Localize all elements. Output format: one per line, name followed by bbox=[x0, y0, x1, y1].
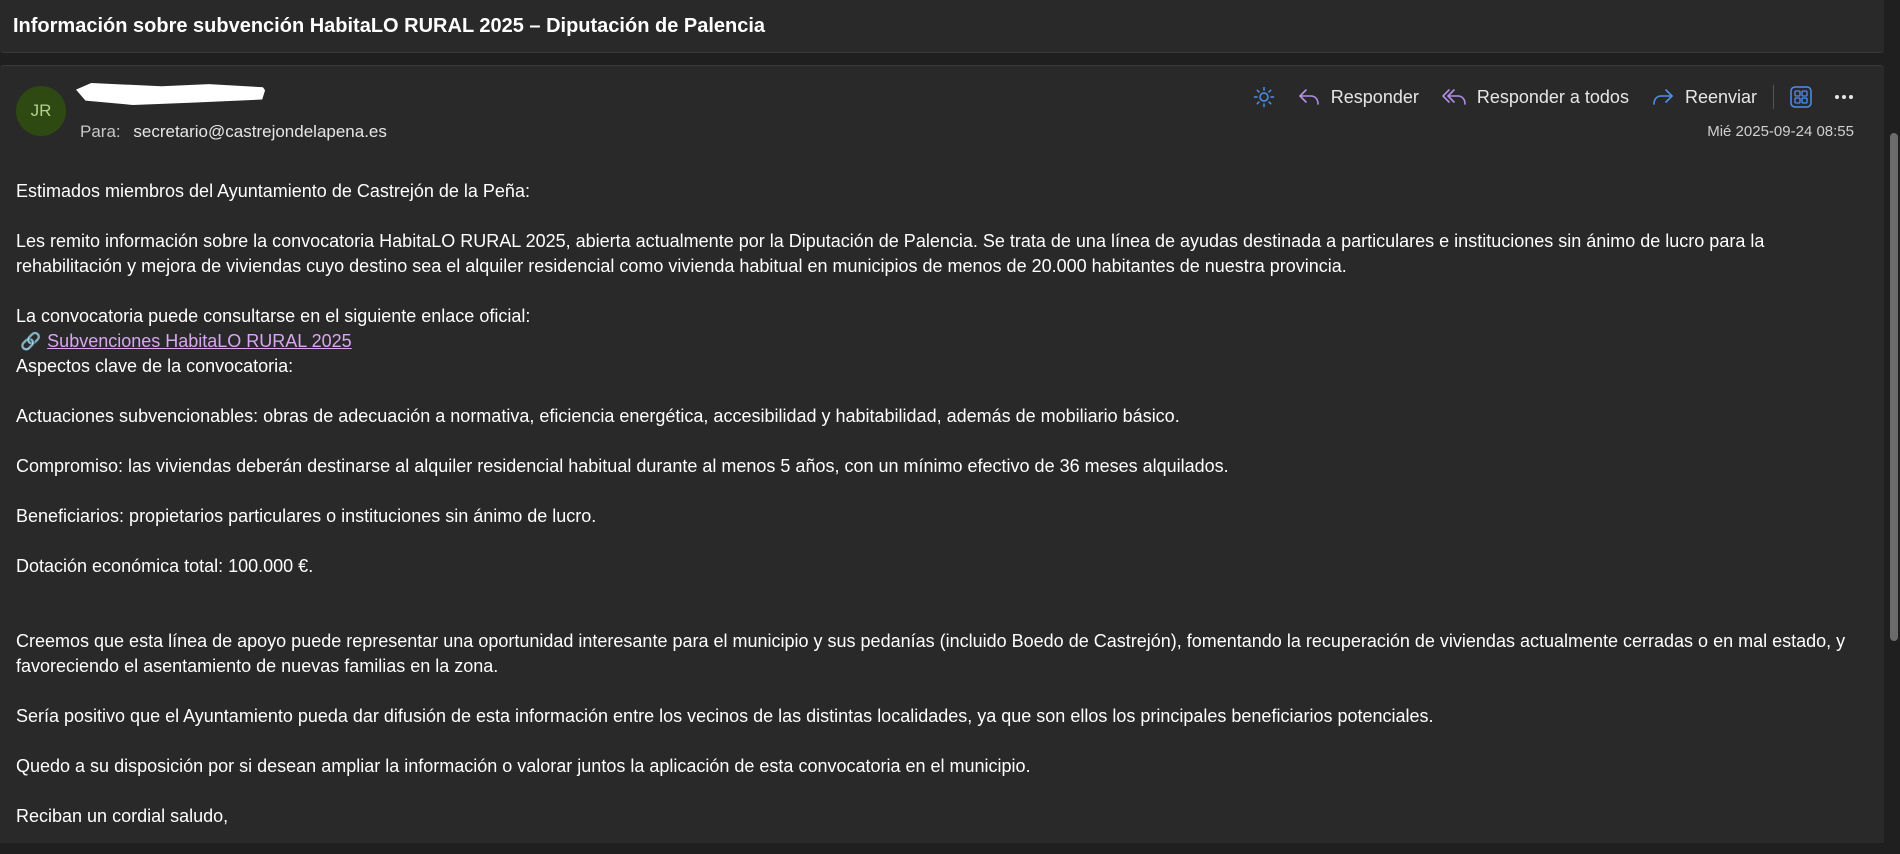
body-paragraph: Quedo a su disposición por si desean amp… bbox=[16, 756, 1031, 776]
reply-label: Responder bbox=[1330, 86, 1419, 107]
more-actions-button[interactable] bbox=[1834, 94, 1854, 100]
recipient-address[interactable]: secretario@castrejondelapena.es bbox=[133, 122, 387, 141]
apps-button[interactable] bbox=[1790, 86, 1812, 108]
greeting: Estimados miembros del Ayuntamiento de C… bbox=[16, 181, 530, 201]
body-paragraph: Dotación económica total: 100.000 €. bbox=[16, 556, 314, 576]
reply-all-label: Responder a todos bbox=[1476, 86, 1629, 107]
body-paragraph: Compromiso: las viviendas deberán destin… bbox=[16, 456, 1229, 476]
closing: Reciban un cordial saludo, bbox=[16, 806, 229, 826]
sun-icon bbox=[1253, 86, 1275, 108]
email-subject: Información sobre subvención HabitaLO RU… bbox=[0, 0, 1884, 53]
body-paragraph: Actuaciones subvencionables: obras de ad… bbox=[16, 406, 1180, 426]
body-paragraph: La convocatoria puede consultarse en el … bbox=[16, 306, 531, 326]
forward-button[interactable]: Reenviar bbox=[1651, 87, 1757, 108]
link-icon: 🔗 bbox=[20, 332, 42, 351]
forward-label: Reenviar bbox=[1684, 86, 1757, 107]
more-icon bbox=[1835, 95, 1853, 99]
body-paragraph: Les remito información sobre la convocat… bbox=[16, 231, 1765, 276]
message-body: Estimados miembros del Ayuntamiento de C… bbox=[16, 179, 1866, 854]
message-pane: JR Para: secretario@castrejondelapena.es bbox=[0, 65, 1884, 843]
to-label: Para: bbox=[80, 122, 121, 141]
reply-icon bbox=[1298, 89, 1319, 105]
theme-toggle-button[interactable] bbox=[1253, 86, 1275, 108]
apps-grid-icon bbox=[1790, 86, 1812, 108]
convocatoria-link[interactable]: Subvenciones HabitaLO RURAL 2025 bbox=[47, 329, 352, 354]
body-paragraph: Sería positivo que el Ayuntamiento pueda… bbox=[16, 706, 1434, 726]
reply-all-icon bbox=[1442, 89, 1466, 105]
body-paragraph: Beneficiarios: propietarios particulares… bbox=[16, 506, 597, 526]
recipient-line: Para: secretario@castrejondelapena.es bbox=[80, 122, 387, 142]
sender-name-redacted bbox=[76, 83, 266, 105]
link-row: 🔗 Subvenciones HabitaLO RURAL 2025 bbox=[16, 329, 1866, 354]
scrollbar[interactable] bbox=[1888, 65, 1900, 843]
scrollbar-thumb[interactable] bbox=[1890, 133, 1898, 641]
message-actions: Responder Responder a todos Reenviar bbox=[1231, 82, 1854, 112]
body-paragraph: Aspectos clave de la convocatoria: bbox=[16, 356, 294, 376]
body-paragraph: Creemos que esta línea de apoyo puede re… bbox=[16, 631, 1846, 676]
toolbar-divider bbox=[1773, 85, 1774, 109]
reply-all-button[interactable]: Responder a todos bbox=[1441, 87, 1629, 108]
reply-button[interactable]: Responder bbox=[1297, 87, 1419, 108]
avatar[interactable]: JR bbox=[16, 86, 66, 136]
message-date: Mié 2025-09-24 08:55 bbox=[1707, 123, 1854, 140]
forward-icon bbox=[1653, 89, 1673, 105]
